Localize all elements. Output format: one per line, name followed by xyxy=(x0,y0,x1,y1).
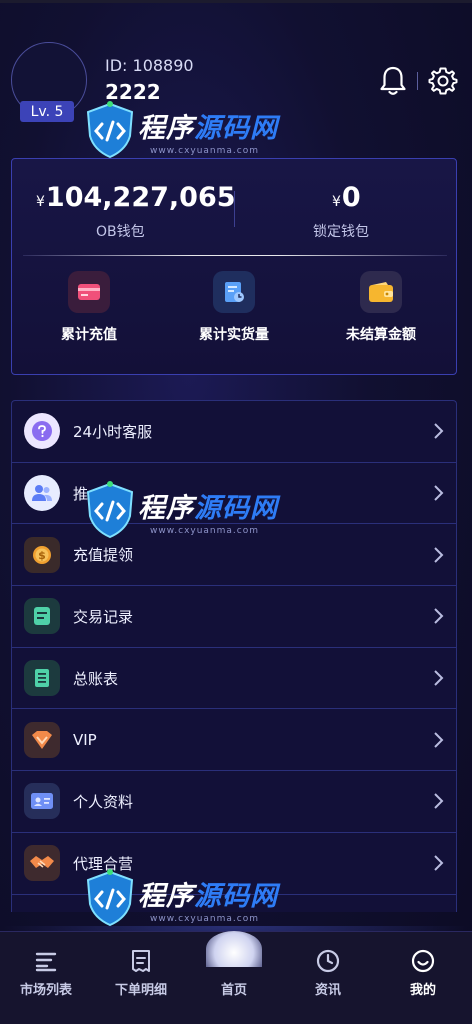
ob-wallet-amount: ¥104,227,065 xyxy=(36,182,236,213)
chevron-right-icon xyxy=(434,423,444,440)
ob-wallet-label: OB钱包 xyxy=(96,224,145,240)
coin-icon: $ xyxy=(24,536,60,573)
home-ball[interactable] xyxy=(206,931,262,967)
menu-item-profile[interactable]: 个人资料 xyxy=(12,771,456,833)
stat-total-volume[interactable]: 累计实货量 xyxy=(164,271,304,344)
menu-item-agency[interactable]: 代理合营 xyxy=(12,833,456,895)
chevron-right-icon xyxy=(434,485,444,501)
menu-item-promote[interactable]: 推 xyxy=(12,463,456,525)
chevron-right-icon xyxy=(434,670,444,686)
header-divider xyxy=(417,72,418,90)
handshake-icon xyxy=(24,845,60,882)
chevron-right-icon xyxy=(434,547,444,563)
chevron-right-icon xyxy=(434,608,444,625)
wallet-icon xyxy=(360,271,402,313)
wallet-divider xyxy=(23,255,447,256)
nav-news[interactable]: 资讯 xyxy=(288,948,368,998)
profile-icon xyxy=(411,949,435,973)
report-icon xyxy=(213,271,255,313)
team-icon xyxy=(24,475,60,512)
chevron-right-icon xyxy=(434,793,444,810)
id-card-icon xyxy=(24,783,60,820)
level-badge: Lv. 5 xyxy=(20,101,74,122)
card-icon xyxy=(68,271,110,313)
menu-item-deposit-withdraw[interactable]: $ 充值提领 xyxy=(12,524,456,587)
vip-icon xyxy=(24,721,60,758)
receipt-icon xyxy=(132,950,150,972)
username: 2222 xyxy=(105,80,161,104)
nav-order-details[interactable]: 下单明细 xyxy=(101,948,181,998)
stat-unsettled-amount[interactable]: 未结算金额 xyxy=(311,271,451,344)
menu-item-vip[interactable]: VIP xyxy=(12,709,456,772)
list-icon xyxy=(35,952,57,972)
user-id: ID: 108890 xyxy=(105,56,194,75)
nav-mine[interactable]: 我的 xyxy=(383,948,463,998)
support-icon xyxy=(24,413,60,450)
top-edge xyxy=(0,0,472,3)
news-icon xyxy=(316,949,340,973)
menu-item-support[interactable]: 24小时客服 xyxy=(12,401,456,463)
chevron-right-icon xyxy=(434,855,444,871)
nav-market-list[interactable]: 市场列表 xyxy=(6,948,86,998)
chevron-right-icon xyxy=(434,732,444,748)
wallet-separator xyxy=(234,191,235,227)
locked-wallet-label: 锁定钱包 xyxy=(313,224,369,240)
menu-item-transactions[interactable]: 交易记录 xyxy=(12,586,456,648)
stat-total-recharge[interactable]: 累计充值 xyxy=(19,271,159,344)
ledger-icon xyxy=(24,660,60,697)
menu-list: 24小时客服 推 $ 充值提领 交易记录 总账表 VIP 个人资料 代理合营 xyxy=(11,400,457,912)
gear-icon[interactable] xyxy=(428,66,458,96)
menu-item-ledger[interactable]: 总账表 xyxy=(12,648,456,710)
bell-icon[interactable] xyxy=(378,65,408,97)
wallet-card: ¥104,227,065 OB钱包 ¥0 锁定钱包 累计充值 累计实货量 未结算… xyxy=(11,158,457,375)
shield-logo-icon xyxy=(86,101,134,159)
record-icon xyxy=(24,598,60,635)
locked-wallet-amount: ¥0 xyxy=(332,182,361,213)
svg-text:$: $ xyxy=(38,549,46,562)
